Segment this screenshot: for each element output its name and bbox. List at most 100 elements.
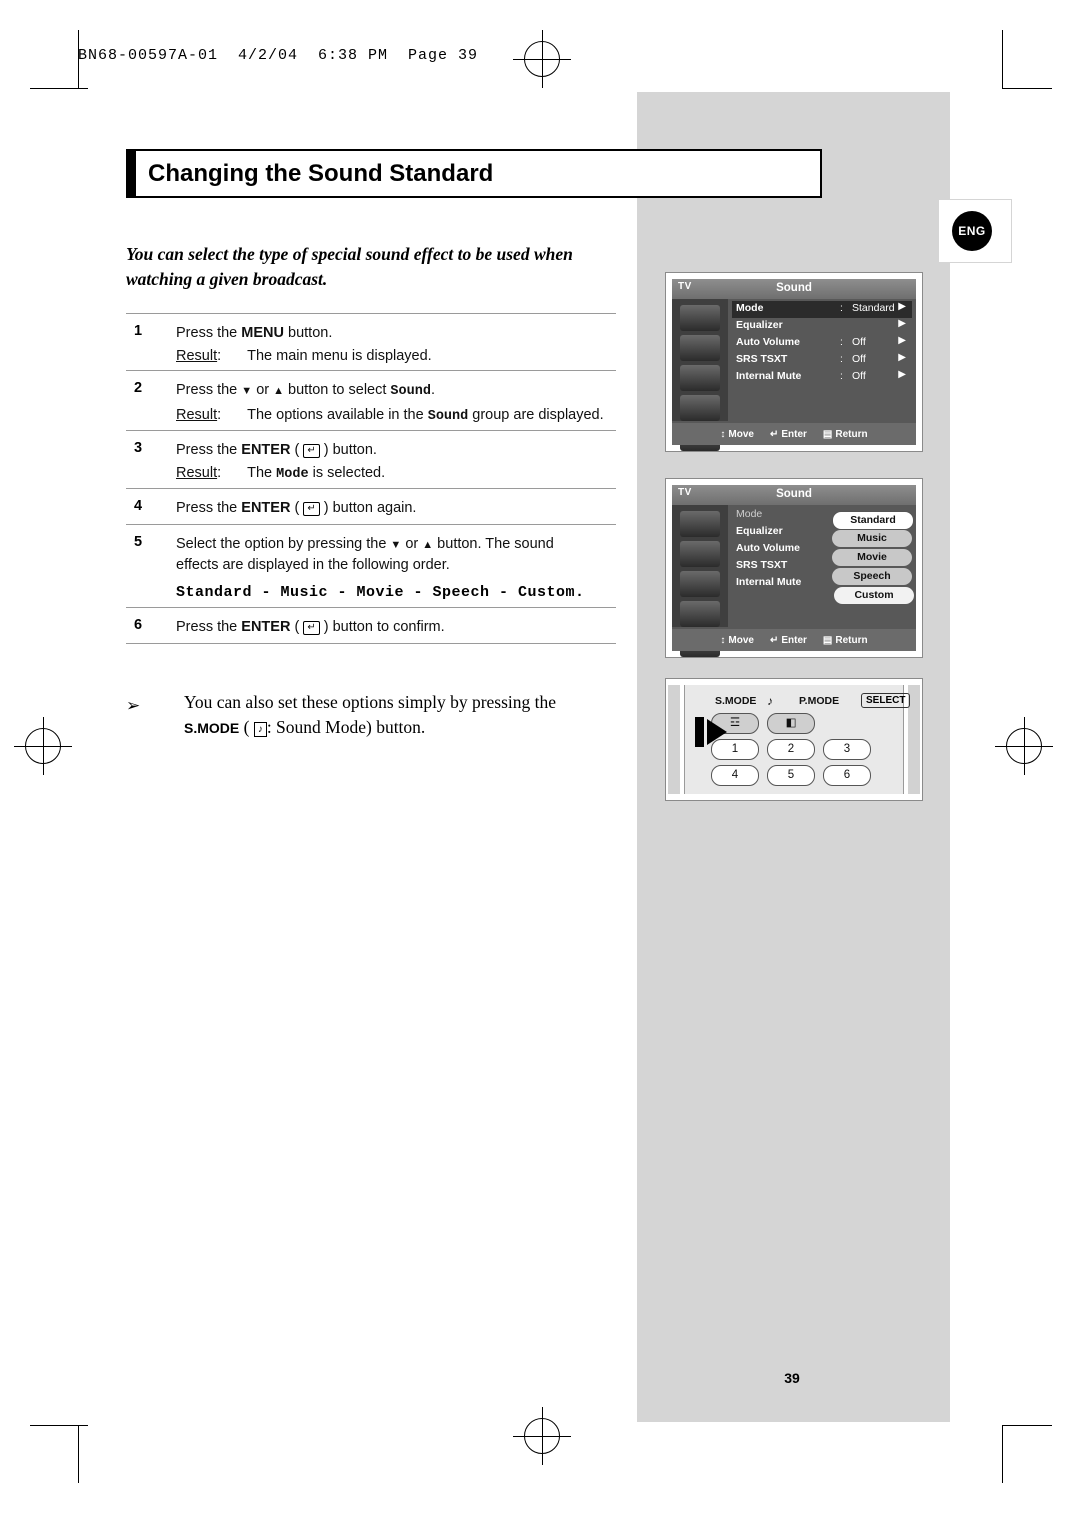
- crop-mark-bottom-left-v: [78, 1425, 79, 1483]
- sound-option-movie[interactable]: Movie: [832, 549, 912, 566]
- osd-rows: Mode : Standard ▶ Equalizer ▶ Auto Volum…: [732, 301, 912, 386]
- step-number: 5: [134, 534, 143, 550]
- sound-option-music[interactable]: Music: [832, 530, 912, 547]
- pointer-bar: [695, 717, 704, 747]
- osd-row-label: SRS TSXT: [736, 353, 788, 365]
- step-number: 4: [134, 498, 143, 514]
- footer-enter: ↵ Enter: [770, 635, 807, 646]
- osd-row-colon: :: [840, 302, 843, 314]
- footer-label: Return: [835, 634, 868, 646]
- number-button-3[interactable]: 3: [823, 739, 871, 760]
- sound-option-custom[interactable]: Custom: [834, 587, 914, 604]
- osd-title: Sound: [776, 282, 812, 294]
- osd-title: Sound: [776, 488, 812, 500]
- chevron-right-icon: ▶: [898, 369, 906, 380]
- step-result: Result: The main menu is displayed.: [176, 348, 432, 364]
- result-text: The options available in the Sound group…: [247, 407, 604, 424]
- select-button-label[interactable]: SELECT: [861, 693, 911, 708]
- osd-row-equalizer[interactable]: Equalizer ▶: [732, 318, 912, 335]
- footer-label: Move: [728, 634, 754, 646]
- menu-icon-channel: [680, 571, 720, 597]
- crop-mark-bottom-right-v: [1002, 1425, 1003, 1483]
- number-button-2[interactable]: 2: [767, 739, 815, 760]
- osd-row-value: Off: [852, 336, 866, 348]
- osd-row-value: Off: [852, 353, 866, 365]
- sound-option-standard[interactable]: Standard: [832, 511, 914, 530]
- footer-label: Move: [728, 428, 754, 440]
- move-icon: ↕: [720, 634, 726, 646]
- osd-row-colon: :: [840, 353, 843, 365]
- step-number: 6: [134, 617, 143, 633]
- osd-row-label: Auto Volume: [736, 336, 800, 348]
- footer-move: ↕ Move: [720, 429, 754, 440]
- osd-row-srs-tsxt[interactable]: SRS TSXT : Off ▶: [732, 352, 912, 369]
- osd-row-internal-mute[interactable]: Internal Mute : Off ▶: [732, 369, 912, 386]
- chevron-right-icon: ▶: [898, 352, 906, 363]
- osd-row-label: Mode: [736, 508, 763, 520]
- osd-row-value: Off: [852, 370, 866, 382]
- footer-label: Enter: [781, 634, 807, 646]
- step-3: 3 Press the ENTER ( ↵ ) button. Result: T…: [126, 431, 616, 488]
- sound-mode-icon: ♪: [253, 722, 267, 737]
- step-text: Press the ENTER ( ↵ ) button to confirm.: [176, 619, 445, 635]
- step-6: 6 Press the ENTER ( ↵ ) button to confir…: [126, 608, 616, 643]
- crop-mark-bottom-left-h: [30, 1425, 88, 1426]
- footer-label: Enter: [781, 428, 807, 440]
- osd-row-label: Equalizer: [736, 525, 783, 537]
- crop-mark-top-left-h: [30, 88, 88, 89]
- menu-icon-setup: [680, 601, 720, 627]
- remote-illustration: S.MODE ♪ P.MODE SELECT ☲ ◧ 1 2 3 4 5 6: [665, 678, 923, 801]
- chevron-right-icon: ▶: [898, 335, 906, 346]
- number-button-4[interactable]: 4: [711, 765, 759, 786]
- osd-sound-mode-list: TV Sound Mode : Equalizer Auto Vol: [665, 478, 923, 658]
- osd-inner: TV Sound Mode : Standard ▶ Equalizer ▶ A…: [672, 279, 916, 451]
- result-label: Result: [176, 348, 218, 364]
- number-button-6[interactable]: 6: [823, 765, 871, 786]
- osd-row-mode[interactable]: Mode : Standard ▶: [732, 301, 912, 318]
- step-5: 5 Select the option by pressing the ▼ or…: [126, 525, 616, 607]
- osd-row-auto-volume[interactable]: Auto Volume : Off ▶: [732, 335, 912, 352]
- registration-mark-bottom: [513, 1407, 571, 1465]
- page-title: Changing the Sound Standard: [148, 160, 494, 187]
- return-icon: ▤: [822, 428, 833, 440]
- enter-icon: ↵: [769, 634, 779, 646]
- result-mono: Mode: [276, 467, 309, 482]
- pointer-arrow-icon: [707, 719, 727, 745]
- sound-mode-icon: ♪: [767, 694, 773, 708]
- sound-option-speech[interactable]: Speech: [832, 568, 912, 585]
- note-line-1: You can also set these options simply by…: [184, 692, 557, 712]
- pmode-button[interactable]: ◧: [767, 713, 815, 734]
- registration-mark-left: [14, 717, 72, 775]
- crop-mark-top-right-v: [1002, 30, 1003, 88]
- step-text: Press the MENU button.: [176, 325, 333, 341]
- pmode-label: P.MODE: [799, 695, 840, 707]
- osd-row-value: Standard: [852, 302, 895, 314]
- osd-title-bar: TV Sound: [672, 485, 916, 505]
- page-number: 39: [784, 1370, 800, 1386]
- crop-mark-bottom-right-h: [1002, 1425, 1052, 1426]
- remote-edge-left: [668, 685, 680, 794]
- step-text: Press the ▼ or ▲ button to select Sound.: [176, 382, 435, 399]
- osd-row-colon: :: [840, 336, 843, 348]
- title-accent-bar: [128, 151, 136, 196]
- note-line-2-tail: : Sound Mode) button.: [266, 717, 426, 737]
- registration-mark-right: [995, 717, 1053, 775]
- result-label: Result: [176, 407, 218, 423]
- osd-icon-column: [672, 299, 728, 451]
- number-button-5[interactable]: 5: [767, 765, 815, 786]
- page-title-box: Changing the Sound Standard: [126, 149, 822, 198]
- smode-label: S.MODE: [184, 720, 240, 736]
- osd-row-label: SRS TSXT: [736, 559, 788, 571]
- footer-label: Return: [835, 428, 868, 440]
- menu-icon-sound: [680, 335, 720, 361]
- return-icon: ▤: [822, 634, 833, 646]
- menu-icon-channel: [680, 365, 720, 391]
- result-mono: Sound: [427, 409, 469, 424]
- note-arrow-icon: ➢: [126, 696, 141, 715]
- osd-inner: TV Sound Mode : Equalizer Auto Vol: [672, 485, 916, 657]
- move-icon: ↕: [720, 428, 726, 440]
- footer-enter: ↵ Enter: [770, 429, 807, 440]
- step-result: Result: The Mode is selected.: [176, 465, 386, 482]
- menu-icon-sound: [680, 541, 720, 567]
- note-block: ➢ You can also set these options simply …: [126, 690, 626, 741]
